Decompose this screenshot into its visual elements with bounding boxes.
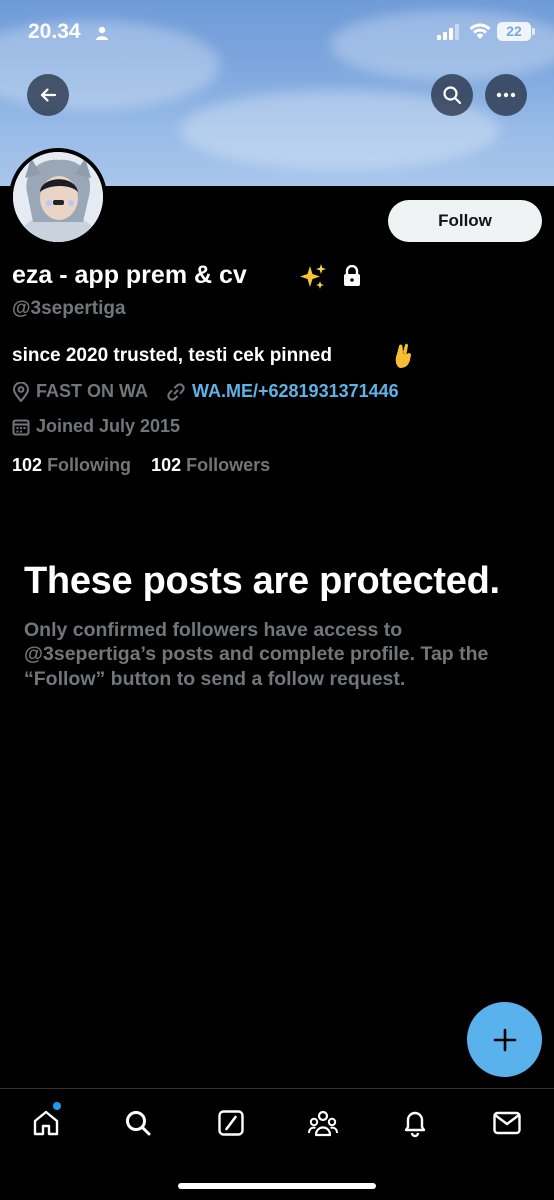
search-icon xyxy=(443,86,462,105)
sparkles-icon xyxy=(300,264,326,289)
profile-meta-row: FAST ON WA WA.ME/+6281931371446 xyxy=(12,381,399,402)
follow-button[interactable]: Follow xyxy=(388,200,542,242)
status-time: 20.34 xyxy=(28,20,81,43)
communities-icon xyxy=(308,1110,338,1137)
followers-count: 102 xyxy=(151,455,182,475)
more-button[interactable] xyxy=(485,74,527,116)
following-count: 102 xyxy=(12,455,43,475)
grok-icon xyxy=(218,1110,244,1136)
search-button[interactable] xyxy=(431,74,473,116)
nav-home[interactable] xyxy=(30,1107,62,1139)
profile-bio: since 2020 trusted, testi cek pinned xyxy=(12,345,332,366)
display-name: eza - app prem & cv xyxy=(12,261,247,289)
profile-website-link[interactable]: WA.ME/+6281931371446 xyxy=(192,381,399,402)
nav-messages[interactable] xyxy=(491,1107,523,1139)
avatar-image xyxy=(13,152,103,242)
notifications-icon xyxy=(404,1111,426,1138)
back-button[interactable] xyxy=(27,74,69,116)
followers-link[interactable]: 102 Followers xyxy=(151,455,270,475)
home-indicator xyxy=(178,1183,376,1189)
protected-body: Only confirmed followers have access to … xyxy=(24,619,489,690)
status-bar: 20.34 22 xyxy=(0,0,554,64)
profile-joined: Joined July 2015 xyxy=(36,416,181,436)
protected-title: These posts are protected. xyxy=(24,560,500,602)
followers-label: Followers xyxy=(186,455,271,475)
nav-grok[interactable] xyxy=(215,1107,247,1139)
nav-communities[interactable] xyxy=(307,1107,339,1139)
following-link[interactable]: 102 Following xyxy=(12,455,136,475)
battery-indicator: 22 xyxy=(497,22,535,41)
nav-notifications[interactable] xyxy=(399,1107,431,1139)
arrow-left-icon xyxy=(40,88,57,102)
signal-icon xyxy=(437,24,459,40)
messages-icon xyxy=(493,1111,521,1135)
person-icon xyxy=(96,26,108,40)
link-icon xyxy=(167,382,185,401)
compose-button[interactable] xyxy=(467,1002,542,1077)
nav-search[interactable] xyxy=(122,1107,154,1139)
wifi-icon xyxy=(469,23,491,39)
home-icon xyxy=(33,1110,59,1136)
calendar-icon xyxy=(12,419,30,435)
crossed-fingers-icon xyxy=(395,343,411,368)
search-icon xyxy=(126,1111,151,1136)
follow-counts: 102 Following 102 Followers xyxy=(12,455,270,476)
profile-handle: @3sepertiga xyxy=(12,298,126,319)
lock-icon xyxy=(344,265,360,286)
following-label: Following xyxy=(47,455,132,475)
profile-location: FAST ON WA xyxy=(36,381,148,401)
more-horizontal-icon xyxy=(496,92,516,98)
profile-joined-row: Joined July 2015 xyxy=(12,416,180,437)
location-icon xyxy=(12,381,30,402)
home-notification-dot xyxy=(53,1102,61,1110)
avatar[interactable] xyxy=(9,148,107,246)
plus-icon xyxy=(493,1028,516,1051)
